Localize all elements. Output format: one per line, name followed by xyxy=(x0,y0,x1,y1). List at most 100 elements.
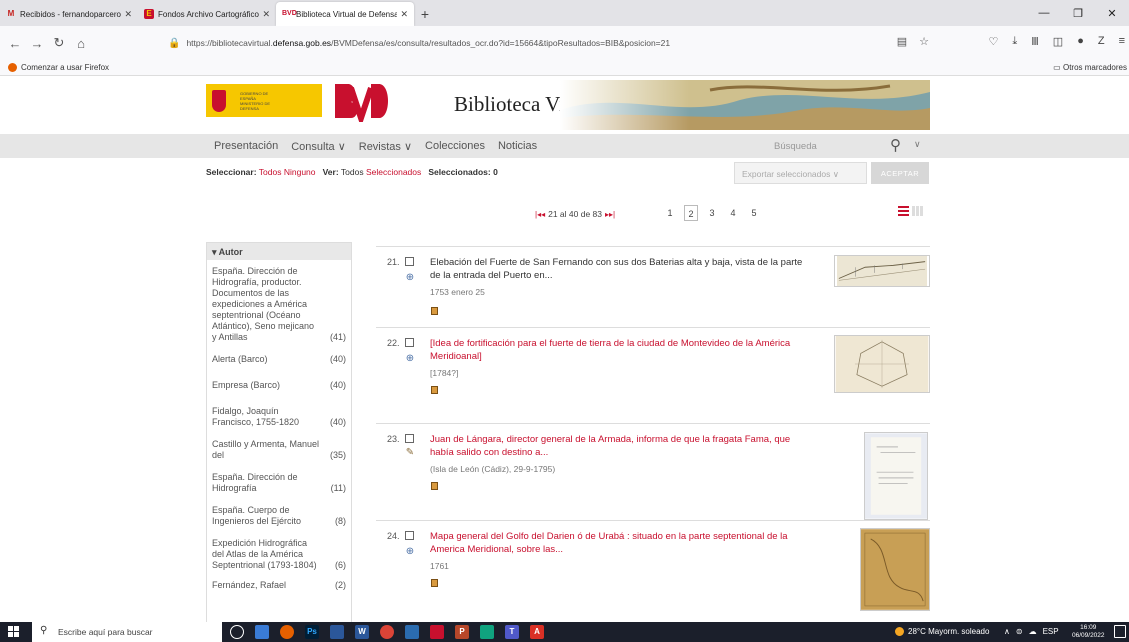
nav-colecciones[interactable]: Colecciones xyxy=(425,140,485,153)
result-thumbnail[interactable] xyxy=(834,335,930,393)
cortana-icon[interactable] xyxy=(230,625,244,639)
result-title[interactable]: Juan de Lángara, director general de la … xyxy=(430,433,810,459)
facet-heading[interactable]: ▾ Autor xyxy=(207,243,351,260)
nav-revistas[interactable]: Revistas ∨ xyxy=(359,140,412,153)
export-select[interactable]: Exportar seleccionados ∨ xyxy=(734,162,867,184)
bvd-logo[interactable] xyxy=(333,80,389,122)
extension-icon[interactable]: ● xyxy=(1077,35,1084,48)
facet-item[interactable]: Fidalgo, Joaquín Francisco, 1755-1820 (40… xyxy=(207,403,351,431)
list-view-icon[interactable] xyxy=(898,206,909,216)
result-title[interactable]: Elebación del Fuerte de San Fernando con… xyxy=(430,256,810,282)
facet-item[interactable]: Fernández, Rafael (2) xyxy=(207,577,351,594)
close-tab-icon[interactable]: ✕ xyxy=(400,9,408,20)
nav-presentacion[interactable]: Presentación xyxy=(214,140,278,153)
library-icon[interactable]: Ⅲ xyxy=(1031,35,1039,48)
pocket-icon[interactable]: ♡ xyxy=(988,35,998,48)
photoshop-icon[interactable]: Ps xyxy=(305,625,319,639)
view-selected-link[interactable]: Seleccionados xyxy=(366,167,421,177)
taskbar-search[interactable]: ⚲ Escribe aquí para buscar xyxy=(32,622,222,642)
notification-icon[interactable] xyxy=(1114,625,1126,638)
search-icon[interactable]: ⚲ xyxy=(890,136,901,154)
tab-bvd[interactable]: BVD Biblioteca Virtual de Defensa > ✕ xyxy=(276,2,414,26)
network-icon[interactable]: ⊜ xyxy=(1016,627,1023,636)
result-checkbox[interactable] xyxy=(405,531,414,540)
forward-icon[interactable]: → xyxy=(26,36,48,51)
bookmark-firefox[interactable]: Comenzar a usar Firefox xyxy=(21,63,109,72)
tab-gmail[interactable]: M Recibidos - fernandoparceroco ✕ xyxy=(0,2,138,26)
facet-item[interactable]: Castillo y Armenta, Manuel del (35) xyxy=(207,436,351,464)
download-icon[interactable]: ⤓ xyxy=(1012,35,1017,48)
close-tab-icon[interactable]: ✕ xyxy=(124,9,132,20)
page-link[interactable]: 1 xyxy=(663,205,677,221)
language-indicator[interactable]: ESP xyxy=(1043,627,1059,636)
reader-view-icon[interactable]: ▤ xyxy=(897,35,907,48)
cloud-icon[interactable]: ☁ xyxy=(1029,627,1037,636)
app-green-icon[interactable] xyxy=(480,625,494,639)
app-icon[interactable] xyxy=(430,625,444,639)
accept-button[interactable]: ACEPTAR xyxy=(871,162,929,184)
word-icon[interactable]: W xyxy=(355,625,369,639)
last-page-icon[interactable]: ▸| xyxy=(609,210,615,219)
minimize-icon[interactable]: — xyxy=(1027,0,1061,26)
result-thumbnail[interactable] xyxy=(860,528,930,611)
select-none-link[interactable]: Ninguno xyxy=(284,167,316,177)
chevron-down-icon[interactable]: ∨ xyxy=(914,139,921,150)
record-icon[interactable] xyxy=(431,482,438,490)
result-title[interactable]: Mapa general del Golfo del Darien ó de U… xyxy=(430,530,810,556)
result-checkbox[interactable] xyxy=(405,434,414,443)
facet-item[interactable]: España. Dirección de Hidrografía, produc… xyxy=(207,263,351,346)
facet-item[interactable]: Expedición Hidrográfica del Atlas de la … xyxy=(207,535,351,574)
map-icon: ⊕ xyxy=(405,546,415,557)
gobierno-logo[interactable]: GOBIERNO DE ESPAÑA MINISTERIO DE DEFENSA xyxy=(206,84,322,117)
prev-page-icon[interactable]: ◂ xyxy=(541,210,545,219)
close-tab-icon[interactable]: ✕ xyxy=(262,9,270,20)
back-icon[interactable]: ← xyxy=(4,36,26,51)
acrobat-icon[interactable]: A xyxy=(530,625,544,639)
facet-item[interactable]: España. Dirección de Hidrografía (11) xyxy=(207,469,351,497)
teams-icon[interactable]: T xyxy=(505,625,519,639)
record-icon[interactable] xyxy=(431,579,438,587)
tab-archive[interactable]: E Fondos Archivo Cartográfico y ✕ xyxy=(138,2,276,26)
chrome-icon[interactable] xyxy=(380,625,394,639)
close-window-icon[interactable]: ✕ xyxy=(1095,0,1129,26)
page-link-current[interactable]: 2 xyxy=(684,205,698,221)
result-checkbox[interactable] xyxy=(405,257,414,266)
record-icon[interactable] xyxy=(431,386,438,394)
facet-item[interactable]: España. Cuerpo de Ingenieros del Ejércit… xyxy=(207,502,351,530)
menu-icon[interactable]: ≡ xyxy=(1119,35,1125,48)
view-all-link[interactable]: Todos xyxy=(341,167,364,177)
address-bar[interactable]: 🔒 https://bibliotecavirtual.defensa.gob.… xyxy=(160,30,934,56)
task-view-icon[interactable] xyxy=(255,625,269,639)
grid-view-icon[interactable] xyxy=(912,206,923,216)
reload-icon[interactable]: ↻ xyxy=(48,35,70,51)
result-title[interactable]: [Idea de fortificación para el fuerte de… xyxy=(430,337,810,363)
paint-icon[interactable] xyxy=(405,625,419,639)
sidebar-icon[interactable]: ◫ xyxy=(1053,35,1063,48)
record-icon[interactable] xyxy=(431,307,438,315)
new-tab-button[interactable]: + xyxy=(414,2,436,26)
chevron-up-icon[interactable]: ∧ xyxy=(1004,627,1010,636)
maximize-icon[interactable]: ❐ xyxy=(1061,0,1095,26)
weather-widget[interactable]: 28°C Mayorm. soleado xyxy=(895,627,989,636)
facet-item[interactable]: Empresa (Barco) (40) xyxy=(207,377,351,394)
powerpoint-icon[interactable]: P xyxy=(455,625,469,639)
taskbar-clock[interactable]: 16:09 06/09/2022 xyxy=(1072,624,1105,640)
facet-item[interactable]: Alerta (Barco) (40) xyxy=(207,351,351,368)
page-link[interactable]: 5 xyxy=(747,205,761,221)
nav-consulta[interactable]: Consulta ∨ xyxy=(291,140,346,153)
result-checkbox[interactable] xyxy=(405,338,414,347)
home-icon[interactable]: ⌂ xyxy=(70,36,92,51)
result-thumbnail[interactable] xyxy=(834,255,930,287)
zotero-icon[interactable]: Z xyxy=(1098,35,1105,48)
edge-icon[interactable] xyxy=(330,625,344,639)
firefox-icon[interactable] xyxy=(280,625,294,639)
windows-start-icon[interactable] xyxy=(8,626,19,637)
page-link[interactable]: 3 xyxy=(705,205,719,221)
result-thumbnail[interactable] xyxy=(864,432,928,520)
search-input[interactable]: Búsqueda xyxy=(771,138,881,154)
other-bookmarks[interactable]: ▭ Otros marcadores xyxy=(1053,63,1127,72)
select-all-link[interactable]: Todos xyxy=(259,167,282,177)
nav-noticias[interactable]: Noticias xyxy=(498,140,537,153)
bookmark-star-icon[interactable]: ☆ xyxy=(919,35,929,48)
page-link[interactable]: 4 xyxy=(726,205,740,221)
